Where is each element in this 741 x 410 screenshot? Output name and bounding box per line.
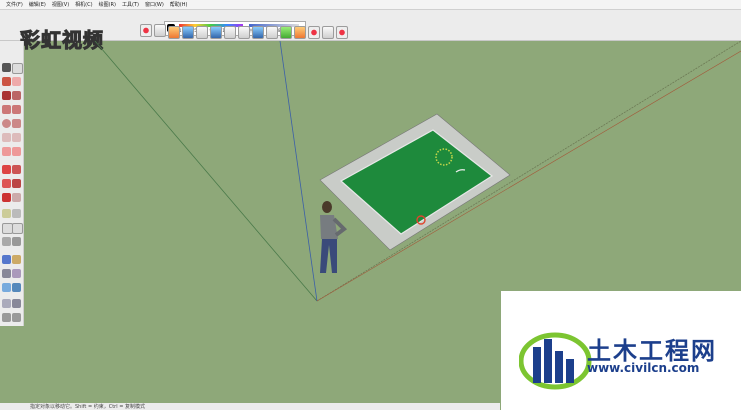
- walk-icon[interactable]: [12, 299, 21, 308]
- arc-3pt-icon[interactable]: [2, 147, 11, 156]
- menu-item-camera[interactable]: 相机(C): [75, 1, 92, 8]
- orbit-tool-icon[interactable]: [2, 255, 11, 264]
- previous-icon[interactable]: [12, 283, 21, 292]
- menu-item-view[interactable]: 视图(V): [52, 1, 69, 8]
- materials-icon[interactable]: [308, 26, 320, 39]
- eraser-icon[interactable]: [196, 26, 208, 39]
- previous-view-icon[interactable]: [280, 26, 292, 39]
- offset-icon[interactable]: [12, 193, 21, 202]
- zoom-icon[interactable]: [238, 26, 250, 39]
- 3d-text-icon[interactable]: [12, 237, 21, 246]
- axes-icon[interactable]: [2, 237, 11, 246]
- toolbar-group-2: [168, 26, 348, 40]
- site-logo-panel: 土木工程网 www.civilcn.com: [501, 291, 741, 410]
- toolbar: 彩虹视频 1 2 3 4 5 6 7 8 9 10 11 12 中午 17:38: [0, 10, 741, 53]
- zoom-window-icon[interactable]: [252, 26, 264, 39]
- zoom-extents-tool-icon[interactable]: [2, 283, 11, 292]
- freehand-icon[interactable]: [12, 91, 21, 100]
- tape-measure-icon[interactable]: [2, 209, 11, 218]
- move-tool-icon[interactable]: [2, 165, 11, 174]
- position-camera-icon[interactable]: [2, 299, 11, 308]
- menu-item-edit[interactable]: 编辑(E): [29, 1, 46, 8]
- follow-me-icon[interactable]: [12, 179, 21, 188]
- text-tool-icon[interactable]: [12, 223, 23, 234]
- blue-axis-line: [279, 41, 318, 302]
- rotate-icon[interactable]: [2, 179, 11, 188]
- push-pull-icon[interactable]: [12, 165, 21, 174]
- menu-item-help[interactable]: 帮助(H): [170, 1, 188, 8]
- components-icon[interactable]: [294, 26, 306, 39]
- menu-item-file[interactable]: 文件(F): [6, 1, 23, 8]
- menu-item-tools[interactable]: 工具(T): [122, 1, 139, 8]
- make-component-icon[interactable]: [12, 63, 23, 74]
- zoom-extents-icon[interactable]: [266, 26, 278, 39]
- extension-icon[interactable]: [336, 26, 348, 39]
- rotated-rectangle-icon[interactable]: [12, 105, 21, 114]
- section-plane-icon[interactable]: [12, 313, 21, 322]
- rectangle-icon[interactable]: [2, 105, 11, 114]
- scale-icon[interactable]: [2, 193, 11, 202]
- scale-figure-person: [320, 201, 348, 273]
- logo-url: www.civilcn.com: [587, 361, 700, 375]
- erase-tool-icon[interactable]: [140, 24, 152, 37]
- circle-icon[interactable]: [2, 119, 11, 128]
- look-around-icon[interactable]: [2, 313, 11, 322]
- warehouse-icon[interactable]: [322, 26, 334, 39]
- arc-2pt-icon[interactable]: [12, 147, 21, 156]
- pie-icon[interactable]: [12, 133, 21, 142]
- paint-tool-icon[interactable]: [154, 24, 166, 37]
- pan-icon[interactable]: [224, 26, 236, 39]
- green-axis-line: [94, 41, 318, 302]
- menu-item-draw[interactable]: 绘图(R): [99, 1, 116, 8]
- arc-icon[interactable]: [2, 133, 11, 142]
- dimension-icon[interactable]: [12, 209, 21, 218]
- menu-bar: 文件(F) 编辑(E) 视图(V) 相机(C) 绘图(R) 工具(T) 窗口(W…: [0, 0, 741, 10]
- status-bar: 指定对象以移动它。Shift = 约束，Ctrl = 复制模式: [0, 403, 500, 410]
- toolbar-group-1: [140, 24, 166, 38]
- select-icon[interactable]: [182, 26, 194, 39]
- eraser-tool-icon[interactable]: [12, 77, 21, 86]
- pan-tool-icon[interactable]: [12, 255, 21, 264]
- tool-palette: [0, 41, 24, 326]
- select-arrow-icon[interactable]: [2, 63, 11, 72]
- zoom-window-tool-icon[interactable]: [12, 269, 21, 278]
- status-text: 指定对象以移动它。Shift = 约束，Ctrl = 复制模式: [30, 404, 145, 410]
- pencil-icon[interactable]: [168, 26, 180, 39]
- zoom-tool-icon[interactable]: [2, 269, 11, 278]
- orbit-icon[interactable]: [210, 26, 222, 39]
- menu-item-window[interactable]: 窗口(W): [145, 1, 164, 8]
- paint-bucket-icon[interactable]: [2, 77, 11, 86]
- polygon-icon[interactable]: [12, 119, 21, 128]
- line-tool-icon[interactable]: [2, 91, 11, 100]
